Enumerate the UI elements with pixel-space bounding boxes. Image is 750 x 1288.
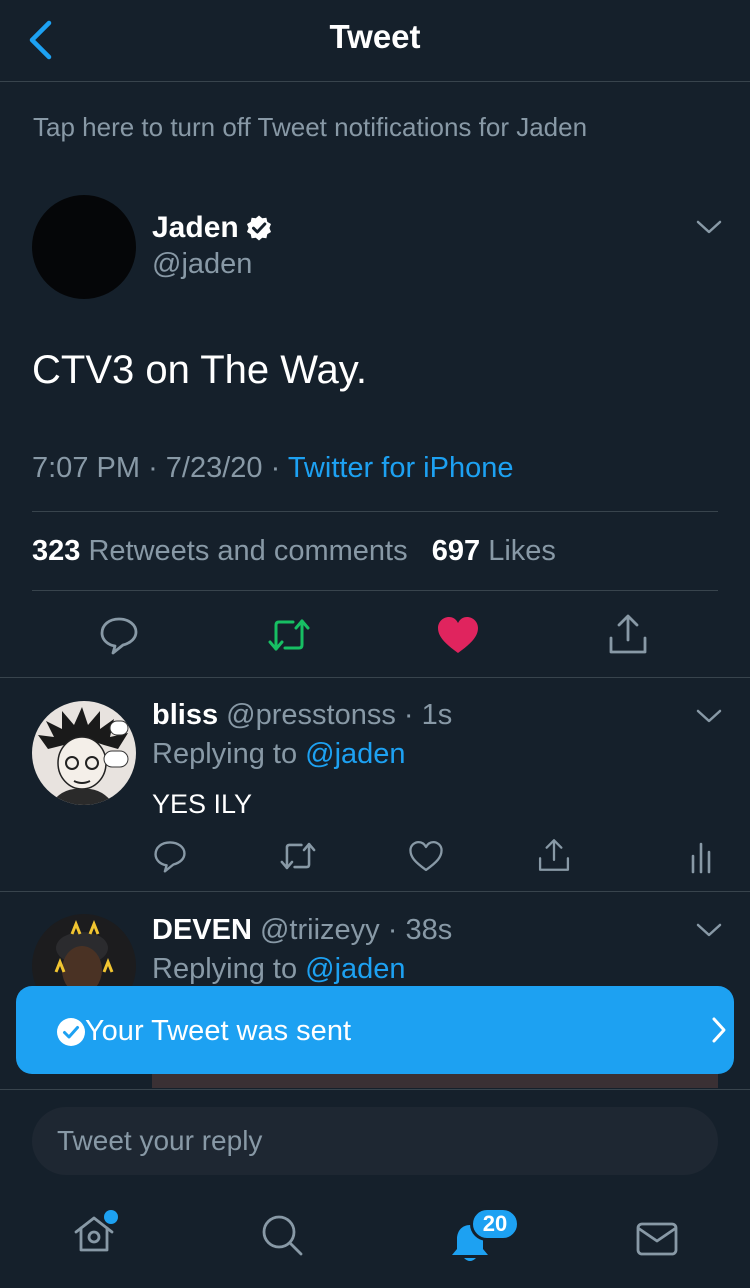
reply-header: bliss @presstonss · 1s bbox=[152, 699, 452, 732]
reply-avatar[interactable] bbox=[32, 701, 136, 805]
comment-icon bbox=[100, 617, 138, 655]
replying-to-line: Replying to @jaden bbox=[152, 953, 406, 986]
chevron-down-icon bbox=[696, 220, 722, 234]
tweet-date: 7/23/20 bbox=[165, 452, 263, 484]
meta-separator: · bbox=[395, 699, 422, 731]
chevron-down-icon bbox=[696, 709, 722, 723]
tweet-stats: 323 Retweets and comments 697 Likes bbox=[32, 535, 556, 568]
check-circle-icon bbox=[57, 1018, 85, 1046]
reply-analytics-button[interactable] bbox=[686, 838, 716, 876]
like-button[interactable] bbox=[434, 612, 482, 658]
search-icon bbox=[262, 1215, 303, 1256]
home-new-indicator bbox=[104, 1210, 118, 1224]
notifications-badge: 20 bbox=[470, 1207, 520, 1241]
reply-age: 38s bbox=[405, 914, 453, 946]
retweets-stat[interactable]: 323 Retweets and comments bbox=[32, 535, 408, 567]
reply-button[interactable] bbox=[96, 612, 142, 658]
tweet-time: 7:07 PM bbox=[32, 452, 140, 484]
tweet-text: CTV3 on The Way. bbox=[32, 348, 367, 392]
heart-filled-icon bbox=[438, 617, 478, 653]
tab-search[interactable] bbox=[257, 1210, 307, 1260]
reply-text: YES ILY bbox=[152, 789, 253, 819]
replying-label: Replying to bbox=[152, 738, 298, 770]
meta-separator: · bbox=[148, 452, 166, 484]
meta-separator: · bbox=[270, 452, 288, 484]
tab-messages[interactable] bbox=[632, 1214, 682, 1264]
reply-author-handle: @triizeyy bbox=[259, 914, 380, 946]
retweets-label: Retweets and comments bbox=[88, 535, 408, 567]
retweet-icon bbox=[268, 619, 310, 651]
reply-header: DEVEN @triizeyy · 38s bbox=[152, 914, 452, 947]
share-button[interactable] bbox=[604, 610, 652, 658]
retweet-icon bbox=[280, 842, 316, 870]
reply-retweet-button[interactable] bbox=[276, 836, 320, 876]
replying-label: Replying to bbox=[152, 953, 298, 985]
reply-author-handle: @presstonss bbox=[226, 699, 396, 731]
author-handle: @jaden bbox=[152, 248, 253, 280]
divider bbox=[0, 891, 750, 892]
page-title: Tweet bbox=[329, 18, 421, 55]
likes-count: 697 bbox=[431, 535, 481, 567]
tweet-meta: 7:07 PM · 7/23/20 · Twitter for iPhone bbox=[32, 452, 513, 485]
reply-comment-button[interactable] bbox=[150, 836, 190, 876]
author-name: Jaden bbox=[152, 211, 239, 244]
reply-options-button[interactable] bbox=[695, 705, 723, 732]
bottom-bar: 20 bbox=[0, 1089, 750, 1288]
comment-icon bbox=[154, 841, 186, 873]
toast-message: Your Tweet was sent bbox=[85, 1015, 351, 1047]
mail-icon bbox=[636, 1222, 678, 1256]
tweet-source-link[interactable]: Twitter for iPhone bbox=[288, 452, 514, 484]
tweet-sent-toast[interactable]: Your Tweet was sent bbox=[16, 986, 734, 1074]
divider bbox=[32, 590, 718, 591]
reply-author-name[interactable]: bliss bbox=[152, 699, 218, 731]
share-icon bbox=[609, 614, 647, 654]
likes-stat[interactable]: 697 Likes bbox=[432, 535, 556, 567]
replying-to-line: Replying to @jaden bbox=[152, 738, 406, 771]
replying-to-mention[interactable]: @jaden bbox=[305, 738, 405, 770]
verified-badge-icon bbox=[246, 215, 271, 241]
top-bar: Tweet bbox=[0, 0, 750, 82]
meta-separator: · bbox=[379, 914, 406, 946]
divider bbox=[0, 677, 750, 678]
reply-author-name[interactable]: DEVEN bbox=[152, 914, 252, 946]
turn-off-notifications-link[interactable]: Tap here to turn off Tweet notifications… bbox=[33, 112, 587, 143]
reply-media-preview[interactable] bbox=[152, 1074, 718, 1088]
author-name-row[interactable]: Jaden bbox=[152, 211, 273, 245]
chevron-right-icon bbox=[712, 1017, 726, 1043]
heart-outline-icon bbox=[409, 840, 443, 872]
tweet-options-button[interactable] bbox=[695, 216, 723, 243]
chevron-down-icon bbox=[696, 923, 722, 937]
reply-share-button[interactable] bbox=[534, 834, 574, 876]
reply-input[interactable] bbox=[32, 1107, 718, 1175]
author-avatar[interactable] bbox=[32, 195, 136, 299]
share-icon bbox=[538, 839, 570, 871]
retweets-count: 323 bbox=[32, 535, 81, 567]
reply-like-button[interactable] bbox=[405, 836, 447, 876]
replying-to-mention[interactable]: @jaden bbox=[305, 953, 405, 985]
divider bbox=[32, 511, 718, 512]
reply-age: 1s bbox=[421, 699, 453, 731]
analytics-icon bbox=[691, 842, 711, 874]
reply-options-button[interactable] bbox=[695, 919, 723, 946]
retweet-button[interactable] bbox=[264, 612, 314, 658]
likes-label: Likes bbox=[488, 535, 556, 567]
anime-avatar-image bbox=[32, 701, 136, 805]
